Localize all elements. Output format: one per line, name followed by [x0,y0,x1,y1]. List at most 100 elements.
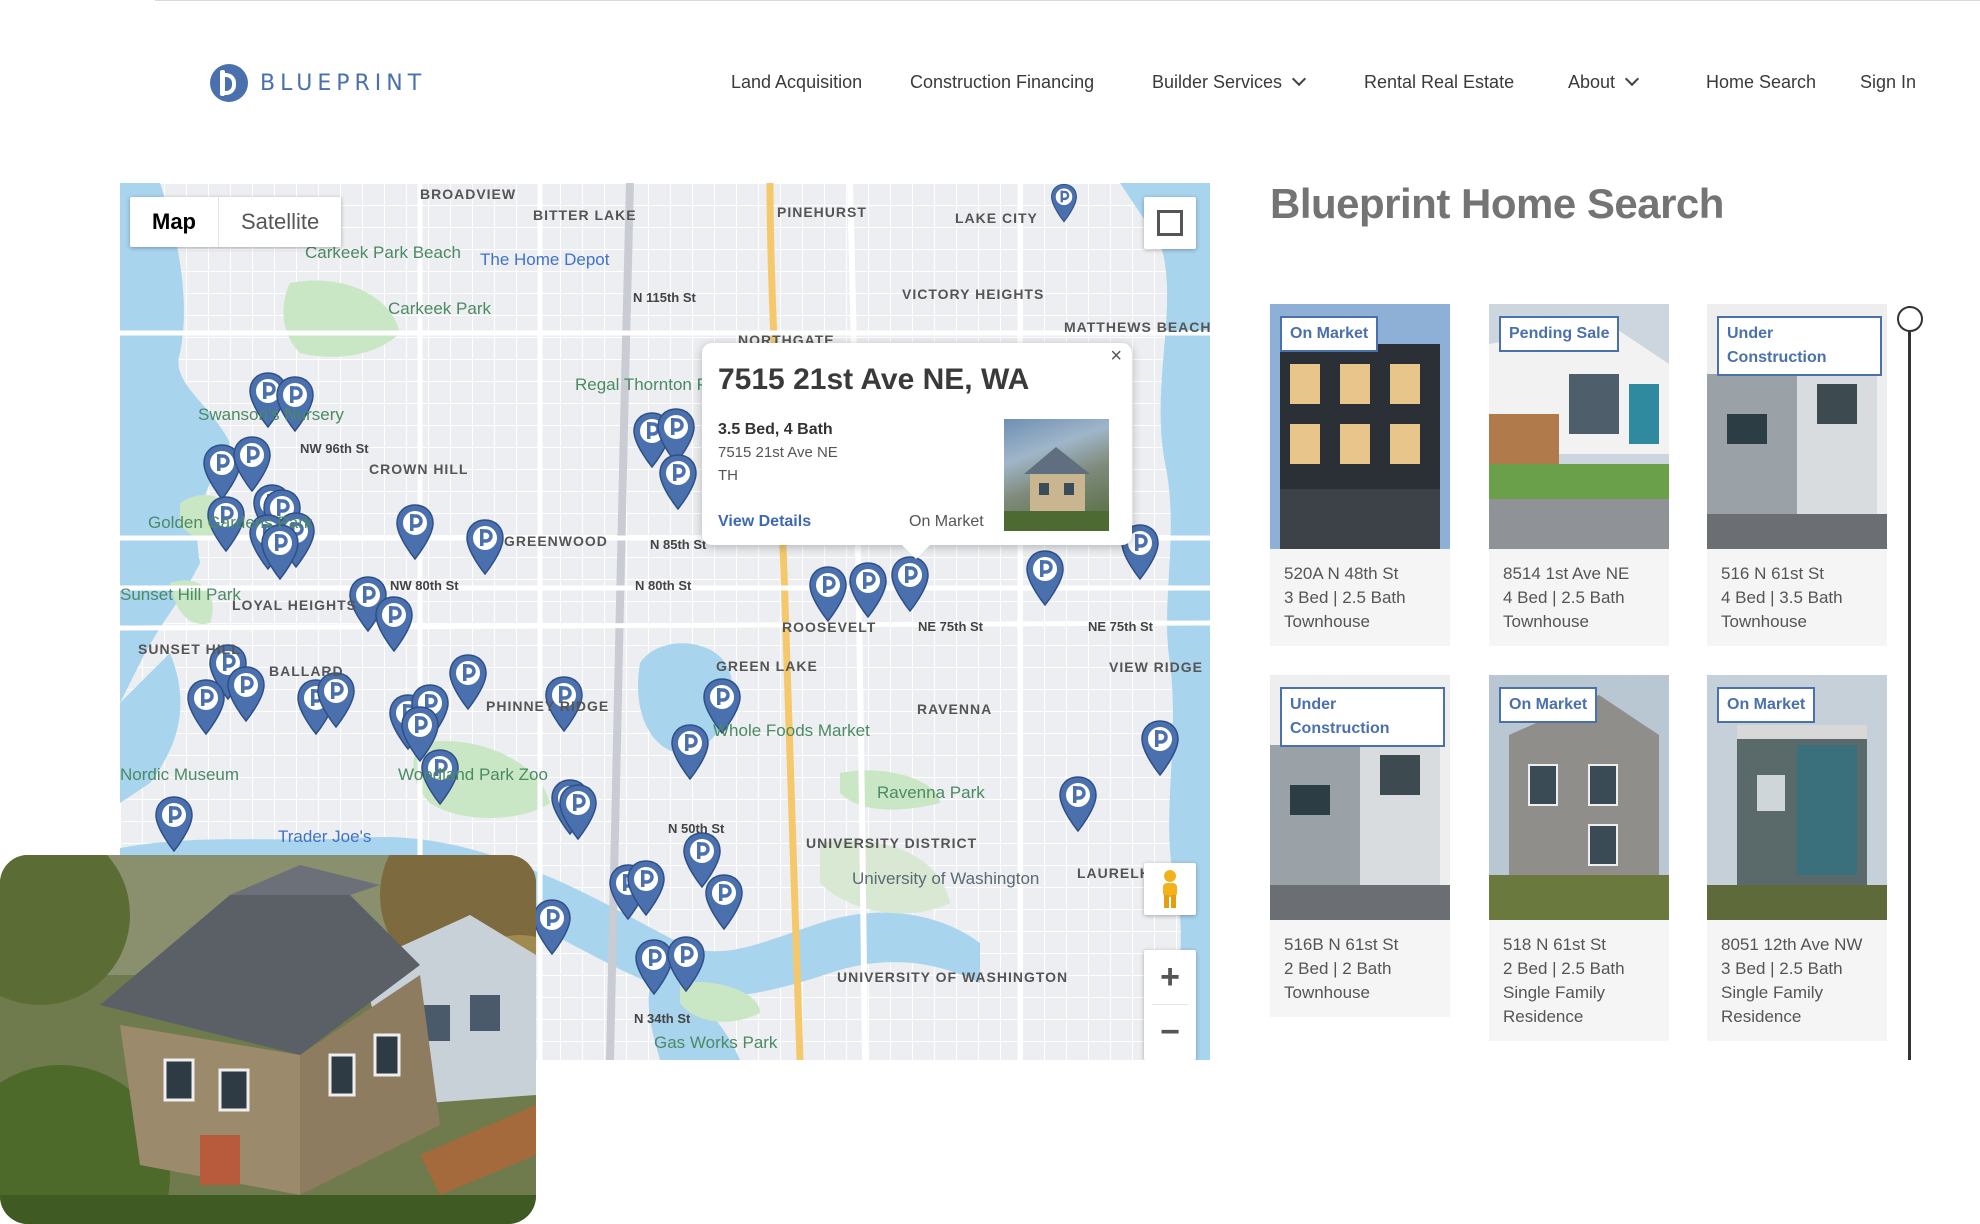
house-photo-image [0,855,536,1224]
zoom-control: + − [1144,950,1196,1060]
map-label-neighborhood: SUNSET HILL [138,641,241,657]
map-type-control: Map Satellite [130,197,342,247]
map-label-neighborhood: UNIVERSITY OF WASHINGTON [837,969,1069,985]
fullscreen-icon [1170,210,1183,223]
map-poi[interactable]: Ravenna Park [877,783,985,803]
status-badge: Pending Sale [1499,316,1620,352]
listing-type: Townhouse [1284,612,1371,631]
listing-address: 8051 12th Ave NW [1721,935,1863,954]
nav-rental-real-estate[interactable]: Rental Real Estate [1364,70,1514,94]
map-poi[interactable]: Nordic Museum [120,765,239,785]
map-label-neighborhood: LOYAL HEIGHTS [232,597,358,613]
listing-popup: × 7515 21st Ave NE, WA 3.5 Bed, 4 Bath 7… [702,343,1132,559]
nav-construction-financing[interactable]: Construction Financing [910,70,1094,94]
map-poi[interactable]: Carkeek Park [388,299,491,319]
listing-beds-baths: 4 Bed | 2.5 Bath [1503,588,1625,607]
nav-builder-services[interactable]: Builder Services [1152,70,1307,94]
listing-address: 516 N 61st St [1721,564,1825,583]
listing-address: 518 N 61st St [1503,935,1607,954]
logo-icon [210,64,248,102]
map-label-neighborhood: BROADVIEW [420,186,517,202]
nav-sign-in[interactable]: Sign In [1860,70,1916,94]
listing-card[interactable]: Pending Sale 8514 1st Ave NE 4 Bed | 2.5… [1489,304,1669,646]
listing-address: 520A N 48th St [1284,564,1399,583]
fullscreen-button[interactable] [1144,197,1196,249]
map-poi[interactable]: Gas Works Park [654,1033,777,1053]
scroll-track[interactable] [1908,306,1911,1060]
map-label-neighborhood: BITTER LAKE [533,207,637,223]
listing-info: 516 N 61st St 4 Bed | 3.5 Bath Townhouse [1721,562,1843,634]
listing-info: 518 N 61st St 2 Bed | 2.5 Bath Single Fa… [1503,933,1653,1029]
map-poi[interactable]: Trader Joe's [278,827,371,847]
popup-status: On Market [909,513,984,530]
map-poi[interactable]: University of Washington [852,869,1039,889]
chevron-down-icon [1291,71,1307,87]
nav-label: Rental Real Estate [1364,71,1515,92]
map-label-street: N 50th St [668,821,725,836]
map-label-neighborhood: CROWN HILL [369,461,469,477]
listing-address: 8514 1st Ave NE [1503,564,1630,583]
nav-label: Builder Services [1152,71,1283,92]
listing-beds-baths: 3 Bed | 2.5 Bath [1284,588,1406,607]
map-poi[interactable]: The Home Depot [480,250,609,270]
map-label-neighborhood: VIEW RIDGE [1109,659,1204,675]
map-poi[interactable]: Swanson's Nursery [198,405,344,425]
map-label-street: N 85th St [650,537,707,552]
map-type-satellite-button[interactable]: Satellite [219,197,341,247]
map-poi[interactable]: Golden Gardens Park [148,513,312,533]
map-label-street: NW 80th St [390,578,459,593]
fullscreen-icon [1170,223,1183,236]
nav-label: Construction Financing [910,71,1095,92]
nav-about[interactable]: About [1568,70,1640,94]
map-poi[interactable]: Woodland Park Zoo [398,765,548,785]
pegman-icon [1163,870,1177,908]
listing-beds-baths: 2 Bed | 2 Bath [1284,959,1392,978]
popup-type: TH [718,467,738,484]
map-type-map-button[interactable]: Map [130,197,219,247]
nav-home-search[interactable]: Home Search [1706,70,1816,94]
map-label-street: NE 75th St [918,619,984,634]
nav-label: Land Acquisition [731,71,863,92]
listing-info: 8051 12th Ave NW 3 Bed | 2.5 Bath Single… [1721,933,1871,1029]
listing-info: 8514 1st Ave NE 4 Bed | 2.5 Bath Townhou… [1503,562,1629,634]
zoom-out-button[interactable]: − [1144,1005,1196,1059]
map-label-neighborhood: UNIVERSITY DISTRICT [806,835,978,851]
listing-type: Single Family Residence [1721,983,1824,1026]
map-label-street: N 115th St [633,290,696,305]
chevron-down-icon [1624,71,1640,87]
logo[interactable]: BLUEPRINT [210,64,426,102]
nav-land-acquisition[interactable]: Land Acquisition [731,70,862,94]
status-badge: On Market [1717,687,1816,723]
zoom-in-button[interactable]: + [1144,950,1196,1004]
listing-card[interactable]: On Market 8051 12th Ave NW 3 Bed | 2.5 B… [1707,675,1887,1041]
popup-thumbnail[interactable] [1004,419,1109,531]
status-badge: On Market [1499,687,1598,723]
listing-address: 516B N 61st St [1284,935,1399,954]
status-badge: Under Construction [1280,687,1445,747]
listing-info: 520A N 48th St 3 Bed | 2.5 Bath Townhous… [1284,562,1406,634]
house-thumbnail-image [1004,447,1109,531]
map-label-street: N 34th St [634,1011,691,1026]
map-poi[interactable]: Whole Foods Market [713,721,870,741]
listing-card[interactable]: Under Construction 516B N 61st St 2 Bed … [1270,675,1450,1017]
map-poi[interactable]: Sunset Hill Park [120,585,241,605]
listing-beds-baths: 3 Bed | 2.5 Bath [1721,959,1843,978]
map-label-neighborhood: ROOSEVELT [782,619,877,635]
close-icon[interactable]: × [1110,345,1122,368]
listing-type: Townhouse [1284,983,1371,1002]
listing-card[interactable]: Under Construction 516 N 61st St 4 Bed |… [1707,304,1887,646]
fullscreen-icon [1157,223,1170,236]
listing-type: Single Family Residence [1503,983,1606,1026]
nav-label: About [1568,71,1616,92]
listing-type: Townhouse [1503,612,1590,631]
listing-card[interactable]: On Market 518 N 61st St 2 Bed | 2.5 Bath… [1489,675,1669,1041]
listing-beds-baths: 2 Bed | 2.5 Bath [1503,959,1625,978]
street-view-pegman[interactable] [1144,863,1196,915]
map-label-street: NW 96th St [300,441,369,456]
logo-text: BLUEPRINT [260,70,427,96]
popup-title: 7515 21st Ave NE, WA [718,363,1030,396]
listing-card[interactable]: On Market 520A N 48th St 3 Bed | 2.5 Bat… [1270,304,1450,646]
map-label-neighborhood: GREENWOOD [504,533,608,549]
scroll-handle[interactable] [1897,306,1923,332]
view-details-link[interactable]: View Details [718,513,811,531]
